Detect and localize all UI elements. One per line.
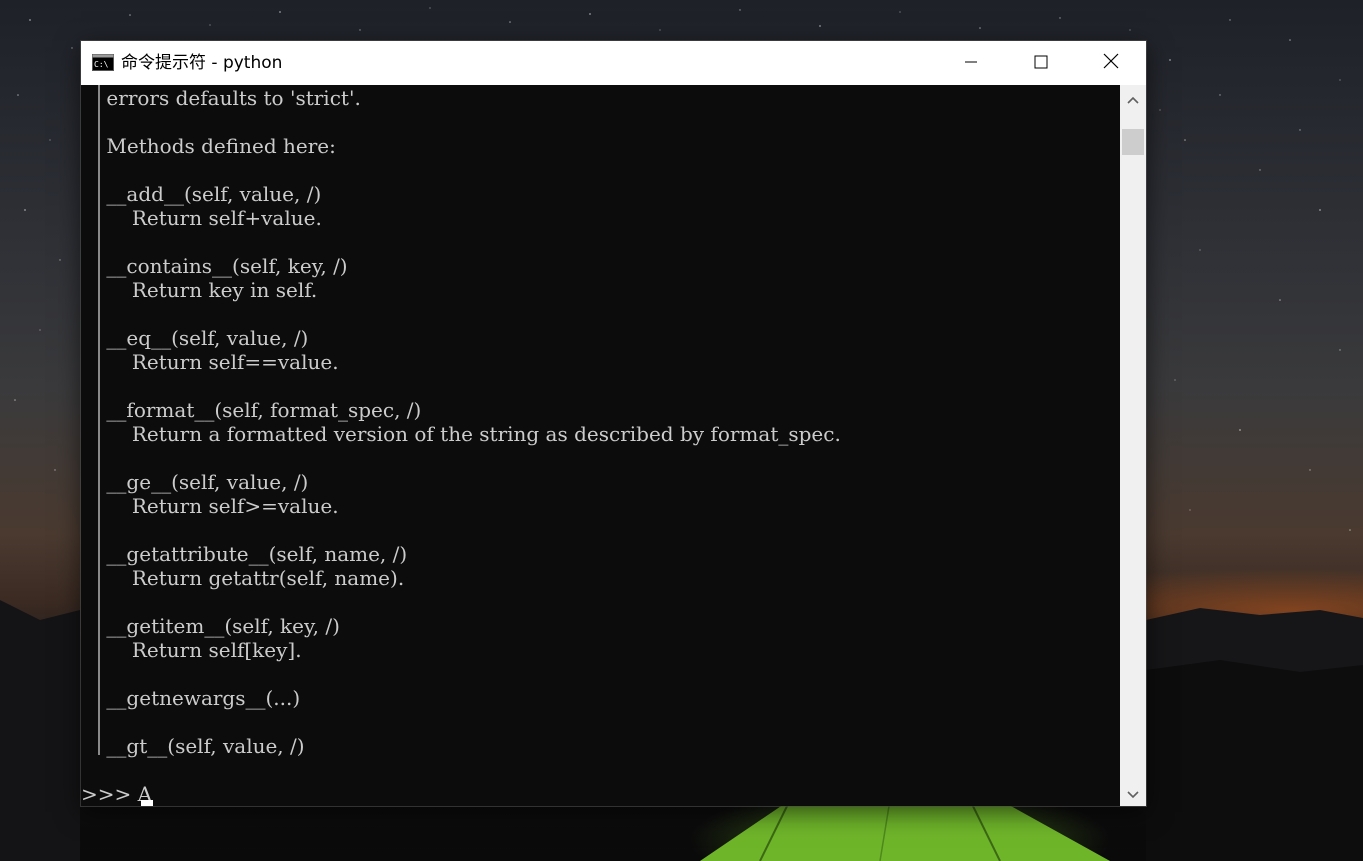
desktop-background: C:\ 命令提示符 - python errors defaults to 's… xyxy=(0,0,1363,861)
minimize-icon xyxy=(964,54,978,73)
chevron-down-icon xyxy=(1127,784,1139,803)
console-line: Methods defined here: xyxy=(81,134,336,158)
console-line: Return self==value. xyxy=(81,350,339,374)
cmd-window: C:\ 命令提示符 - python errors defaults to 's… xyxy=(81,41,1146,806)
text-cursor xyxy=(141,800,153,806)
console-line: Return self+value. xyxy=(81,206,322,230)
vertical-scrollbar[interactable] xyxy=(1120,85,1146,806)
close-icon xyxy=(1103,53,1119,73)
console-line: __getnewargs__(...) xyxy=(81,686,301,710)
console-line: errors defaults to 'strict'. xyxy=(81,86,361,110)
maximize-icon xyxy=(1034,54,1048,73)
console-line: __gt__(self, value, /) xyxy=(81,734,305,758)
window-title: 命令提示符 - python xyxy=(121,53,283,73)
console-line: __getattribute__(self, name, /) xyxy=(81,542,408,566)
minimize-button[interactable] xyxy=(936,41,1006,85)
green-tent xyxy=(700,800,1110,861)
console-line: Return self[key]. xyxy=(81,638,302,662)
scroll-up-button[interactable] xyxy=(1120,85,1146,111)
console-output[interactable]: errors defaults to 'strict'. Methods def… xyxy=(81,85,1120,806)
title-bar[interactable]: C:\ 命令提示符 - python xyxy=(81,41,1146,85)
console-line: Return getattr(self, name). xyxy=(81,566,405,590)
console-line: Return self>=value. xyxy=(81,494,339,518)
close-button[interactable] xyxy=(1076,41,1146,85)
console-line: Return a formatted version of the string… xyxy=(81,422,841,446)
scroll-thumb[interactable] xyxy=(1122,129,1144,155)
svg-text:C:\: C:\ xyxy=(94,60,109,69)
console-line: __format__(self, format_spec, /) xyxy=(81,398,422,422)
cmd-icon: C:\ xyxy=(92,54,114,71)
console-line: __getitem__(self, key, /) xyxy=(81,614,340,638)
console-line: Return key in self. xyxy=(81,278,318,302)
chevron-up-icon xyxy=(1127,89,1139,108)
scroll-down-button[interactable] xyxy=(1120,780,1146,806)
console-line: __ge__(self, value, /) xyxy=(81,470,309,494)
maximize-button[interactable] xyxy=(1006,41,1076,85)
console-line: __eq__(self, value, /) xyxy=(81,326,309,350)
console-line: __add__(self, value, /) xyxy=(81,182,322,206)
console-line: __contains__(self, key, /) xyxy=(81,254,348,278)
